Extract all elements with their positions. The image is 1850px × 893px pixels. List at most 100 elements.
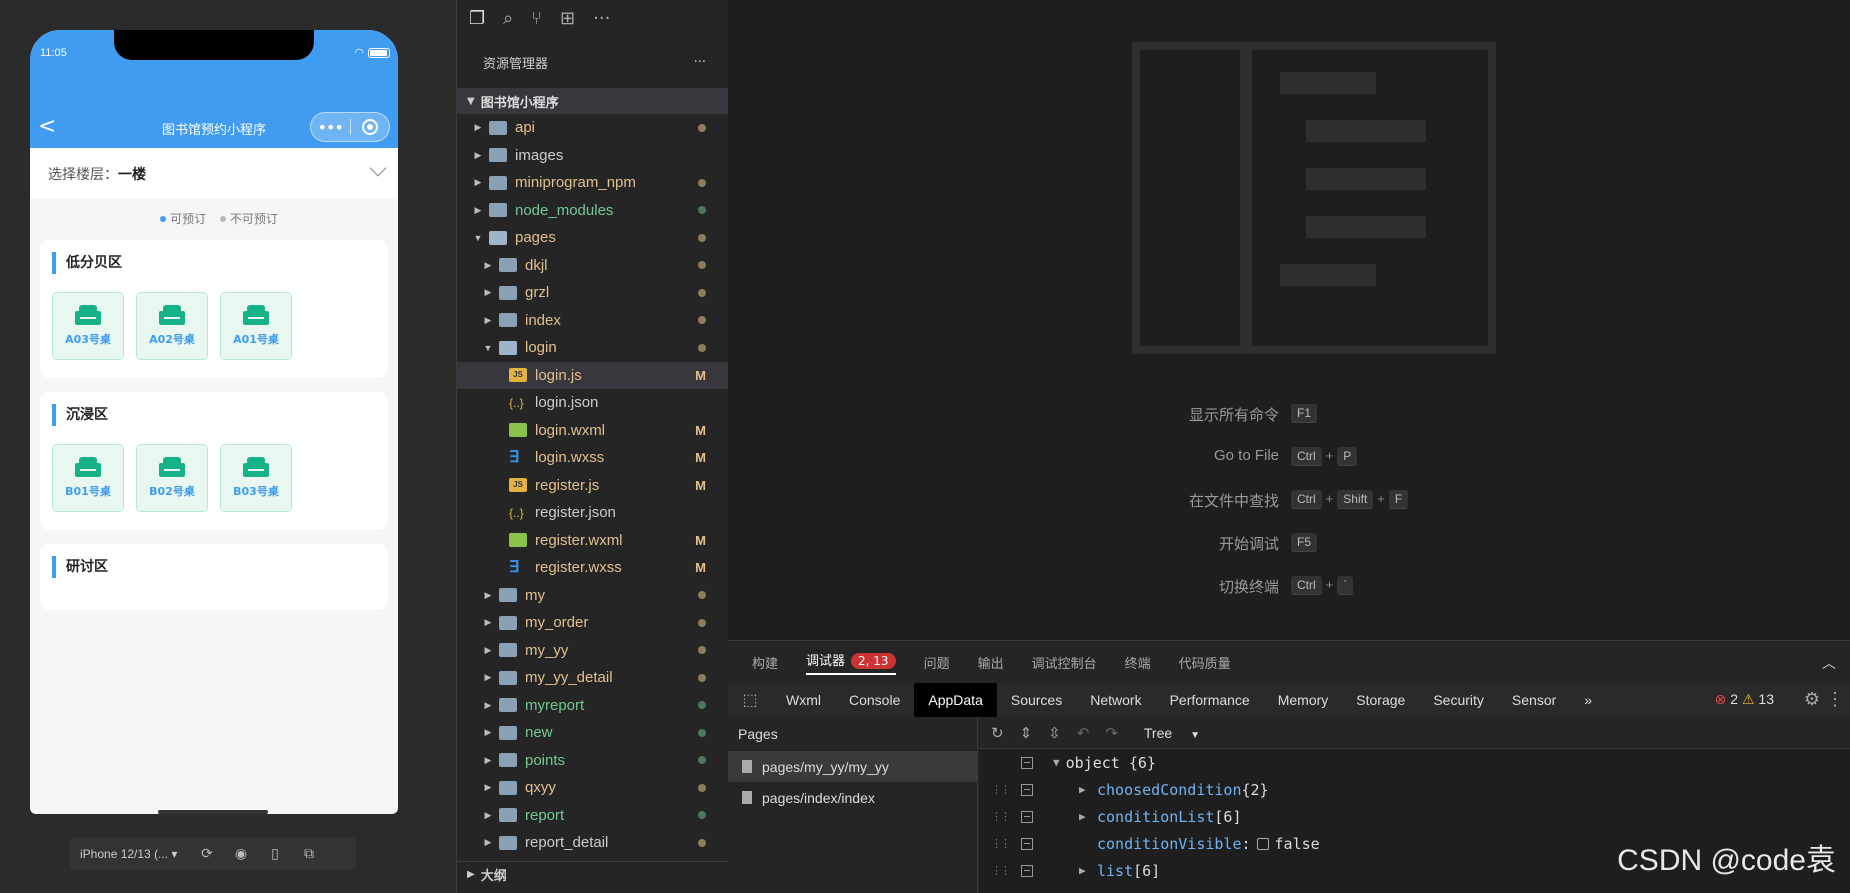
tree-item[interactable]: ▶ images: [457, 142, 728, 170]
more-icon[interactable]: ···: [593, 8, 610, 29]
seat-button[interactable]: A01号桌: [220, 292, 292, 360]
bottom-tab[interactable]: 代码质量: [1179, 653, 1231, 672]
panel-tab[interactable]: Memory: [1264, 683, 1343, 717]
key-cap: F1: [1291, 404, 1318, 423]
tree-item[interactable]: ▶ points: [457, 747, 728, 775]
phone-screen: 11:05 ◠ < 图书馆预约小程序 ••• 选择楼层：一楼 可预订 不可预订 …: [30, 30, 398, 814]
drag-handle-icon[interactable]: ⋮⋮: [991, 864, 1011, 877]
kebab-menu-icon[interactable]: ⋮: [1826, 689, 1844, 710]
tree-item[interactable]: ▶ miniprogram_npm: [457, 169, 728, 197]
refresh-icon[interactable]: ↻: [991, 724, 1004, 742]
status-time: 11:05: [40, 47, 67, 59]
tree-item[interactable]: ∃ register.wxss M: [457, 554, 728, 582]
bottom-tab[interactable]: 构建: [752, 653, 778, 672]
tree-item[interactable]: ▶ report: [457, 802, 728, 830]
drag-handle-icon[interactable]: ⋮⋮: [991, 783, 1011, 796]
tree-item[interactable]: JS login.js M: [457, 361, 728, 389]
more-menu-button[interactable]: •••: [311, 118, 350, 137]
tree-item[interactable]: ▶ qxyy: [457, 774, 728, 802]
close-miniprogram-button[interactable]: [350, 119, 389, 135]
outline-section[interactable]: ▶ 大纲: [457, 861, 729, 887]
tree-item[interactable]: register.wxml M: [457, 527, 728, 555]
issue-counts[interactable]: ⊗ 2 ⚠ 13: [1715, 691, 1774, 708]
page-item[interactable]: pages/my_yy/my_yy: [728, 751, 977, 782]
bottom-tab[interactable]: 调试器 2, 13: [806, 650, 896, 675]
rotate-icon[interactable]: ⟳: [190, 838, 224, 870]
redo-icon[interactable]: ↷: [1105, 724, 1118, 742]
tree-item[interactable]: {..} login.json: [457, 389, 728, 417]
tree-item[interactable]: ▶ my_yy_detail: [457, 664, 728, 692]
data-row[interactable]: ⋮⋮ ▶ choosedCondition {2}: [979, 776, 1850, 803]
device-select[interactable]: iPhone 12/13 (... ▾: [70, 847, 190, 861]
tree-item[interactable]: ▶ dkjl: [457, 252, 728, 280]
drag-handle-icon[interactable]: ⋮⋮: [991, 810, 1011, 823]
object-root[interactable]: ▼ object {6}: [979, 749, 1850, 776]
tree-item[interactable]: ▶ my_order: [457, 609, 728, 637]
drag-handle-icon[interactable]: ⋮⋮: [991, 837, 1011, 850]
tree-item[interactable]: ∃ login.wxss M: [457, 444, 728, 472]
bottom-tab[interactable]: 调试控制台: [1032, 653, 1097, 672]
panel-tab[interactable]: Console: [835, 683, 914, 717]
panel-tab[interactable]: AppData: [914, 683, 997, 717]
explorer-more-button[interactable]: ···: [694, 55, 706, 70]
panel-tab[interactable]: Storage: [1342, 683, 1419, 717]
tree-item[interactable]: ▶ my: [457, 582, 728, 610]
collapse-all-icon[interactable]: ⇳: [1048, 724, 1061, 742]
panel-tab[interactable]: Sensor: [1498, 683, 1570, 717]
editor-logo-icon: [1132, 42, 1496, 354]
seat-button[interactable]: A02号桌: [136, 292, 208, 360]
wxss-file-icon: ∃: [509, 448, 520, 466]
seat-button[interactable]: A03号桌: [52, 292, 124, 360]
tree-item[interactable]: ▼ pages: [457, 224, 728, 252]
seat-button[interactable]: B03号桌: [220, 444, 292, 512]
phone-icon[interactable]: ▯: [258, 838, 292, 870]
seat-icon: [75, 305, 101, 327]
search-icon[interactable]: ⌕: [503, 8, 513, 29]
editor-area: 显示所有命令 F1 Go to File Ctrl + P 在文件中查找 Ctrl + Shift…: [728, 0, 1850, 640]
multi-window-icon[interactable]: ⧉: [292, 838, 326, 870]
tree-item[interactable]: ▶ my_yy: [457, 637, 728, 665]
bottom-tab[interactable]: 终端: [1125, 653, 1151, 672]
boolean-checkbox[interactable]: [1256, 837, 1269, 850]
project-root[interactable]: ▼ 图书馆小程序: [457, 88, 728, 114]
panel-tab[interactable]: Sources: [997, 683, 1076, 717]
inspect-icon[interactable]: ⬚: [728, 690, 772, 710]
extensions-icon[interactable]: ⊞: [560, 8, 575, 29]
seat-button[interactable]: B02号桌: [136, 444, 208, 512]
gear-icon[interactable]: ⚙: [1804, 689, 1820, 710]
tree-item[interactable]: ▶ report_detail: [457, 829, 728, 857]
chevron-right-icon: ▶: [484, 314, 492, 325]
bottom-tab[interactable]: 输出: [978, 653, 1004, 672]
tree-item[interactable]: login.wxml M: [457, 417, 728, 445]
expand-all-icon[interactable]: ⇕: [1020, 724, 1033, 742]
seat-button[interactable]: B01号桌: [52, 444, 124, 512]
page-item[interactable]: pages/index/index: [728, 782, 977, 813]
folder-icon: [499, 808, 517, 823]
undo-icon[interactable]: ↶: [1077, 724, 1090, 742]
bottom-tab-label: 问题: [923, 656, 950, 672]
tree-item[interactable]: ▶ new: [457, 719, 728, 747]
record-icon[interactable]: ◉: [224, 838, 258, 870]
tree-item[interactable]: ▶ node_modules: [457, 197, 728, 225]
tree-item[interactable]: ▶ api: [457, 114, 728, 142]
chevron-up-icon[interactable]: ︿: [1822, 653, 1836, 673]
tree-item[interactable]: ▼ login: [457, 334, 728, 362]
panel-tab[interactable]: Security: [1419, 683, 1498, 717]
git-status-dot: [698, 316, 706, 325]
folder-open-icon: [499, 340, 517, 355]
tree-item[interactable]: JS register.js M: [457, 472, 728, 500]
files-icon[interactable]: ❐: [469, 8, 485, 29]
overflow-tabs-button[interactable]: »: [1570, 683, 1606, 717]
panel-tab[interactable]: Wxml: [772, 683, 835, 717]
panel-tab[interactable]: Performance: [1156, 683, 1264, 717]
bottom-tab[interactable]: 问题: [924, 653, 950, 672]
tree-item[interactable]: ▶ index: [457, 307, 728, 335]
floor-selector[interactable]: 选择楼层：一楼: [30, 148, 398, 198]
source-control-icon[interactable]: ⑂: [531, 8, 542, 29]
tree-item[interactable]: ▶ grzl: [457, 279, 728, 307]
data-row[interactable]: ⋮⋮ ▶ conditionList [6]: [979, 803, 1850, 830]
panel-tab[interactable]: Network: [1076, 683, 1155, 717]
tree-item[interactable]: {..} register.json: [457, 499, 728, 527]
view-mode-select[interactable]: Tree ▼: [1144, 725, 1200, 741]
tree-item[interactable]: ▶ myreport: [457, 692, 728, 720]
